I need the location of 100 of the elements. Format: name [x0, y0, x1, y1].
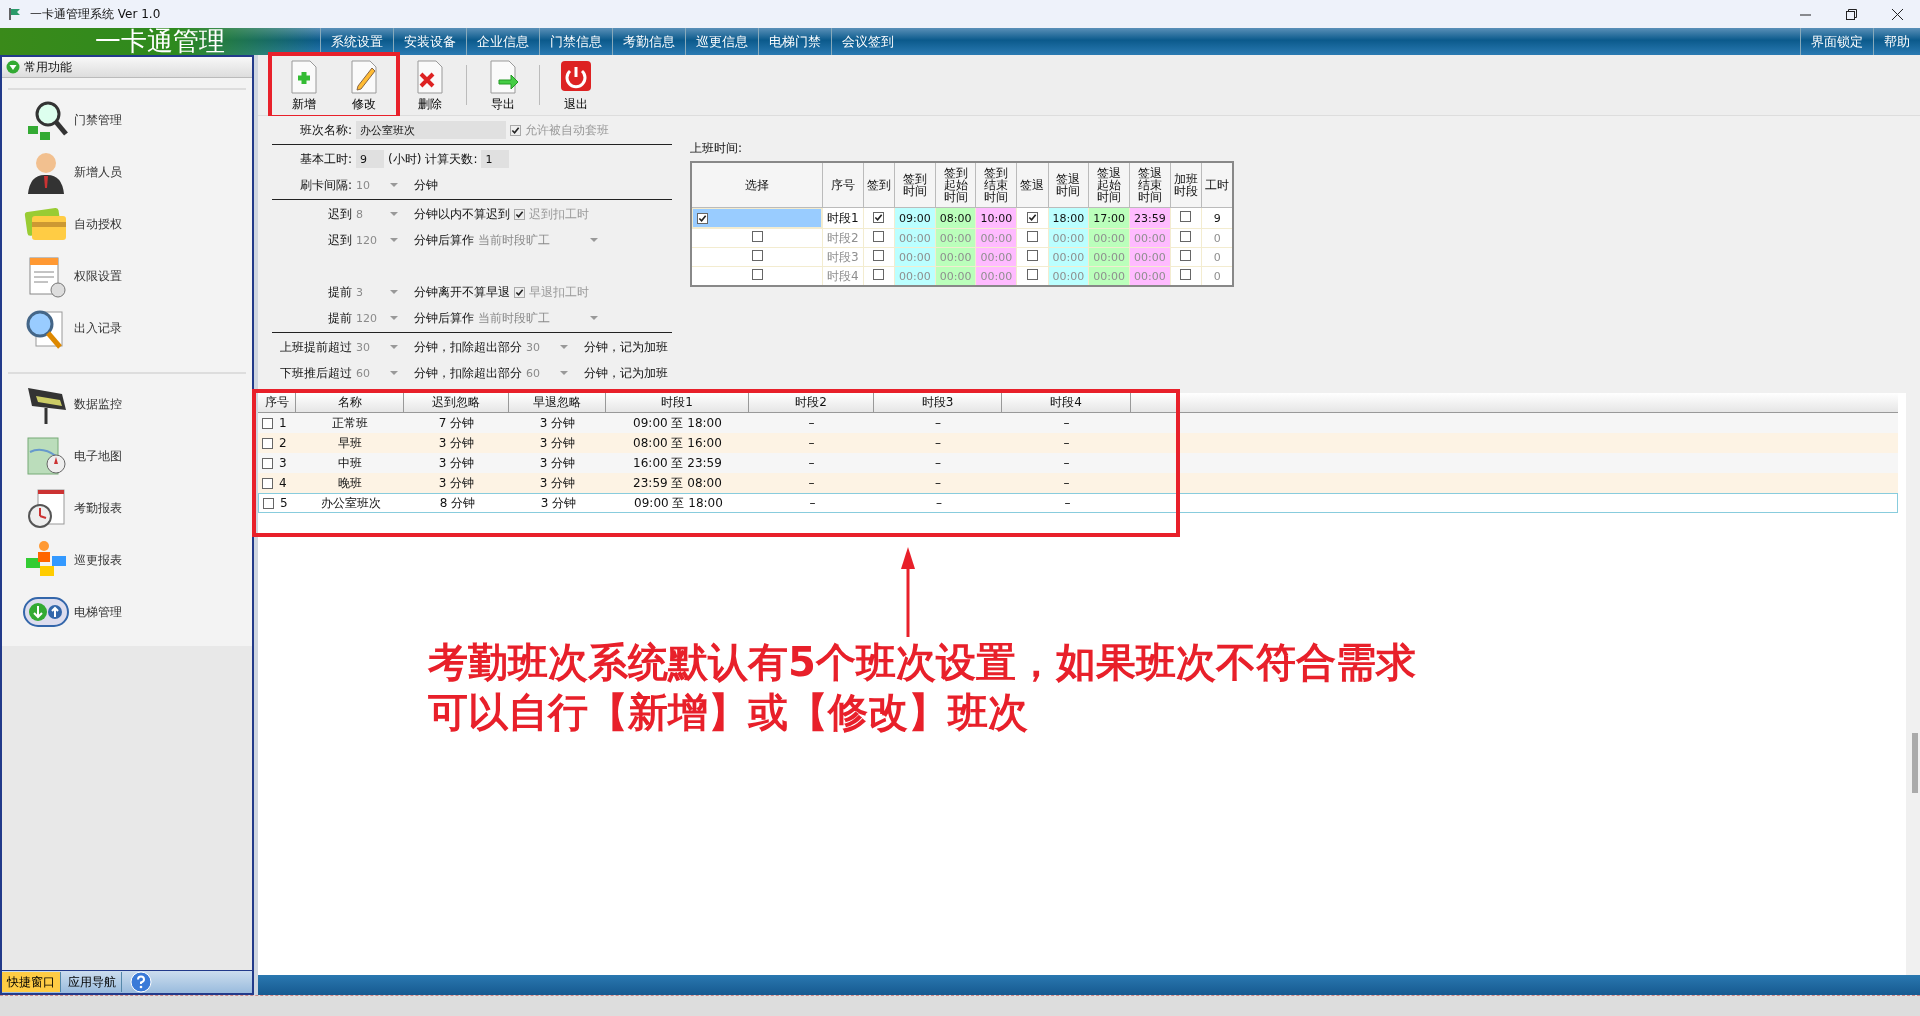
column-header: 签到 [863, 162, 895, 208]
checkbox[interactable] [751, 231, 763, 242]
table-cell-text: 3 分钟 [437, 474, 476, 492]
checkbox[interactable] [1026, 250, 1038, 261]
toolbar-button[interactable]: 删除 [402, 57, 458, 113]
sidebar-item[interactable]: 新增人员 [8, 148, 246, 196]
close-icon[interactable] [1891, 8, 1903, 20]
sidebar-item[interactable]: 考勤报表 [8, 484, 246, 532]
input-field[interactable]: 办公室班次 [356, 121, 506, 139]
select-cell[interactable] [691, 247, 823, 267]
table-row[interactable]: 1 正常班 7 分钟 3 分钟 09:00 至 18:00 – – – [258, 413, 1898, 433]
table-cell-text: – [1062, 476, 1071, 490]
table-row[interactable]: 5 办公室班次 8 分钟 3 分钟 09:00 至 18:00 – – – [258, 493, 1898, 513]
checkbox[interactable] [873, 250, 885, 261]
checkbox[interactable] [873, 211, 885, 223]
sidebar-item[interactable]: 自动授权 [8, 200, 246, 248]
checkbox[interactable] [263, 497, 274, 509]
help-icon[interactable] [130, 971, 152, 993]
table-cell-text: – [1062, 456, 1071, 470]
unit-label: 分钟离开不算早退 [414, 283, 510, 301]
table-cell-text: 3 分钟 [538, 414, 577, 432]
checkbox[interactable] [1026, 269, 1038, 280]
column-header: 工时 [1201, 162, 1234, 208]
checkbox[interactable] [262, 457, 273, 469]
table-row[interactable]: 2 早班 3 分钟 3 分钟 08:00 至 16:00 – – – [258, 433, 1898, 453]
unit-label: 分钟，扣除超出部分 [414, 364, 522, 382]
table-cell-text: 3 分钟 [539, 494, 578, 512]
table-cell-text: 晚班 [337, 474, 363, 492]
checkbox[interactable] [1026, 231, 1038, 242]
column-header[interactable]: 时段2 [749, 393, 874, 412]
checkbox[interactable] [262, 417, 273, 429]
table-cell-text: – [934, 476, 942, 490]
input-field[interactable]: 9 [356, 150, 384, 168]
scrollbar[interactable] [1906, 393, 1920, 975]
checkbox[interactable] [262, 477, 273, 489]
caret-icon [390, 212, 398, 216]
table-cell-text: 23:59 至 08:00 [632, 474, 723, 492]
restore-icon[interactable] [1845, 8, 1857, 20]
checkbox-label: 早退扣工时 [529, 283, 589, 301]
checkbox[interactable] [873, 269, 885, 280]
toolbar-button[interactable]: 导出 [475, 57, 531, 113]
column-header[interactable]: 早退忽略 [509, 393, 606, 412]
column-header: 签到结束时间 [975, 162, 1017, 208]
sidebar-item[interactable]: 门禁管理 [8, 96, 246, 144]
toolbar-button[interactable]: 新增 [276, 57, 332, 113]
checkbox[interactable] [751, 250, 763, 261]
column-header: 签退起始时间 [1088, 162, 1130, 208]
menu-item[interactable]: 系统设置 [320, 28, 393, 55]
field-label: 提前 [327, 283, 352, 301]
table-cell-text: – [935, 496, 943, 510]
column-header: 序号 [822, 162, 864, 208]
collapse-icon[interactable] [6, 60, 20, 74]
field-label: 刷卡间隔: [298, 176, 352, 194]
select-cell[interactable] [691, 228, 823, 248]
checkbox[interactable] [262, 437, 273, 449]
column-header[interactable]: 时段4 [1002, 393, 1131, 412]
table-cell: 时段2 [822, 228, 864, 248]
table-cell-text: 中班 [337, 454, 363, 472]
table-cell-text: 3 分钟 [437, 454, 476, 472]
checkbox[interactable] [1180, 231, 1192, 242]
caret-icon [590, 316, 598, 320]
table-cell-text: – [807, 436, 816, 450]
tab[interactable]: 快捷窗口 [2, 972, 61, 992]
table-cell-text: – [934, 416, 942, 430]
select-cell[interactable] [692, 208, 822, 228]
column-header[interactable]: 时段1 [606, 393, 749, 412]
table-cell: 1 [279, 416, 287, 430]
checkbox[interactable] [697, 212, 708, 224]
toolbar-button[interactable]: 修改 [336, 57, 392, 113]
input-field[interactable]: 1 [481, 150, 510, 168]
column-header[interactable]: 迟到忽略 [404, 393, 509, 412]
table-row[interactable]: 3 中班 3 分钟 3 分钟 16:00 至 23:59 – – – [258, 453, 1898, 473]
sidebar-item[interactable]: 数据监控 [8, 380, 246, 428]
sidebar-item[interactable]: 电梯管理 [8, 588, 246, 636]
checkbox[interactable] [873, 231, 885, 242]
field-label: 基本工时: [298, 150, 352, 168]
table-cell-text: 8 分钟 [438, 494, 477, 512]
checkbox[interactable] [1180, 211, 1192, 222]
checkbox[interactable] [1026, 211, 1038, 223]
sidebar-item[interactable]: 权限设置 [8, 252, 246, 300]
field-label: 提前 [327, 309, 352, 327]
checkbox[interactable] [1180, 250, 1192, 261]
caret-icon [560, 371, 568, 375]
table-row[interactable]: 4 晚班 3 分钟 3 分钟 23:59 至 08:00 – – – [258, 473, 1898, 493]
unit-label: 分钟 [414, 176, 438, 194]
section-title: 上班时间: [690, 140, 743, 157]
tab[interactable]: 应用导航 [63, 972, 122, 992]
column-header[interactable]: 名称 [296, 393, 404, 412]
toolbar-button[interactable]: 退出 [548, 57, 604, 113]
sidebar-item[interactable]: 电子地图 [8, 432, 246, 480]
unit-label: 分钟，扣除超出部分 [414, 338, 522, 356]
checkbox[interactable] [1180, 269, 1192, 280]
column-header[interactable]: 序号 [258, 393, 296, 412]
panel-header: 常用功能 [24, 58, 72, 76]
column-header[interactable]: 时段3 [874, 393, 1002, 412]
sidebar-item[interactable]: 出入记录 [8, 304, 246, 352]
column-header: 加班时段 [1170, 162, 1202, 208]
field-label: 迟到 [327, 205, 352, 223]
sidebar-item[interactable]: 巡更报表 [8, 536, 246, 584]
checkbox[interactable] [751, 269, 763, 280]
